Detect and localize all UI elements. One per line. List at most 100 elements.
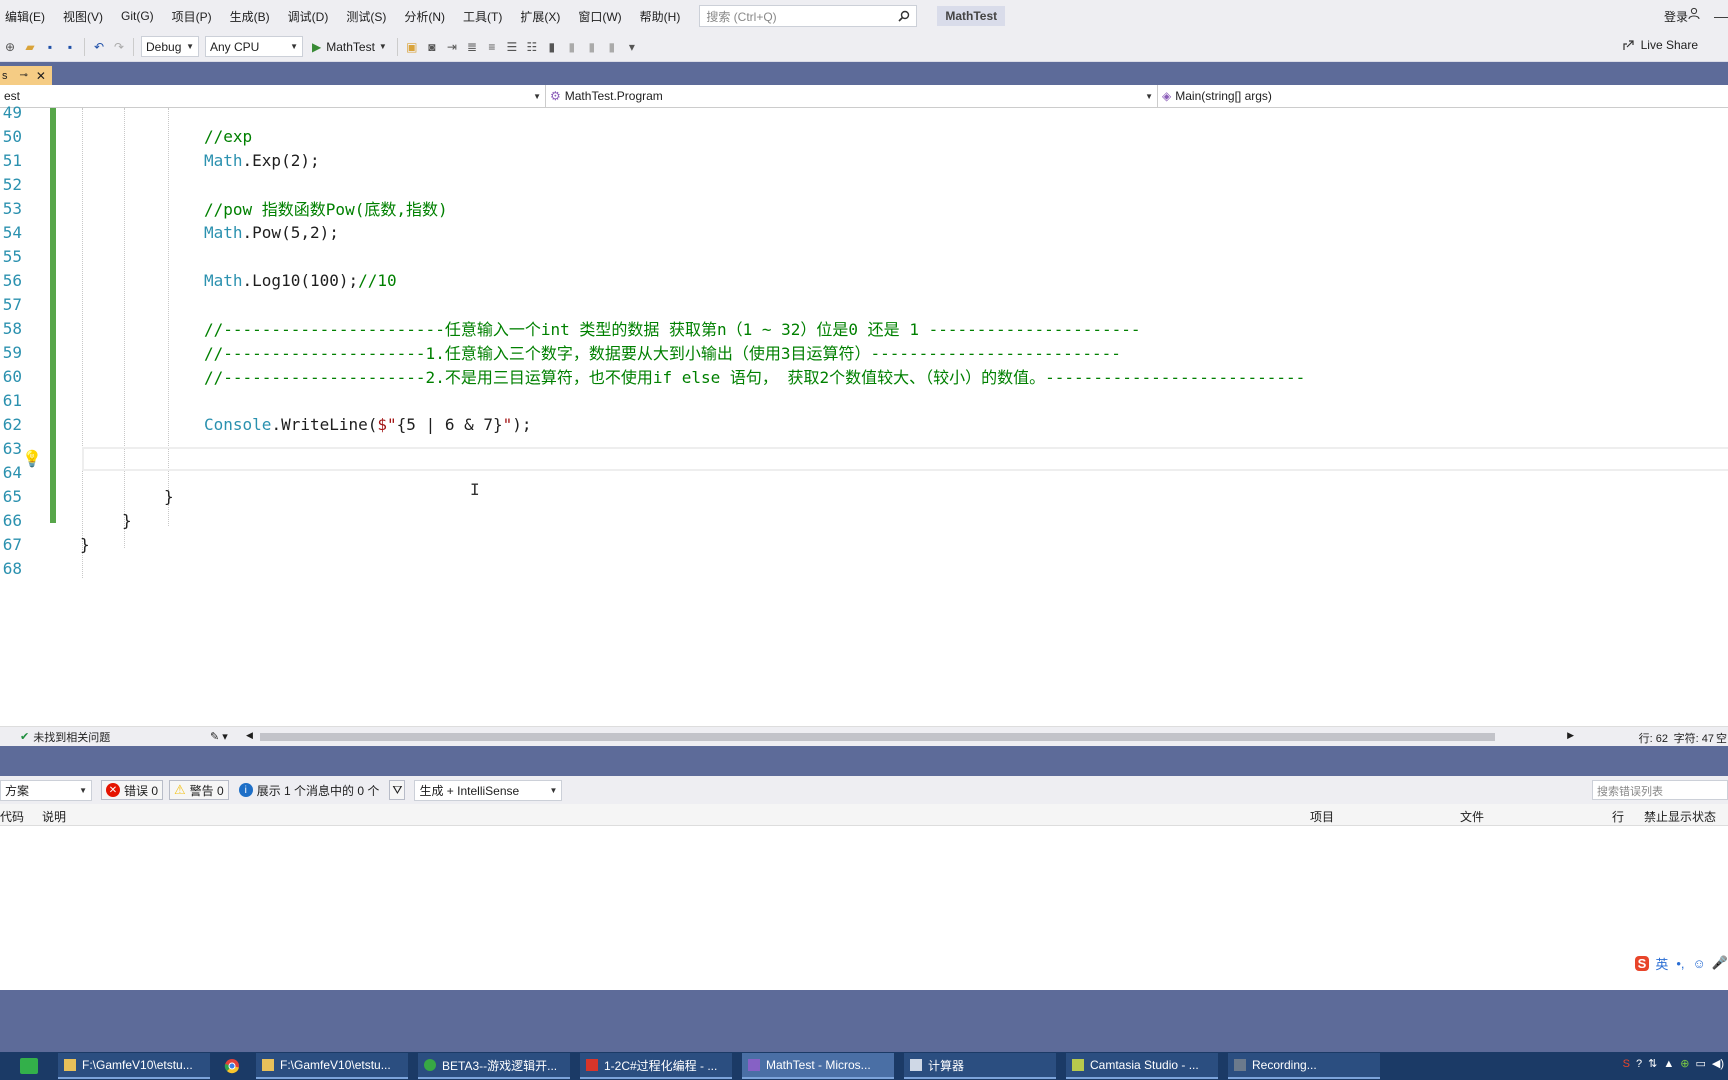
chrome-icon[interactable]: [220, 1054, 244, 1078]
open-folder-icon[interactable]: ▰: [21, 38, 39, 56]
error-list-title-bar: [0, 746, 1728, 776]
menu-build[interactable]: 生成(B): [221, 8, 279, 25]
sign-in-link[interactable]: 登录: [1664, 8, 1688, 25]
taskbar-item[interactable]: F:\GamfeV10\etstu...: [256, 1053, 408, 1079]
taskbar-item-label: 计算器: [928, 1058, 965, 1073]
code-token: Math: [204, 222, 243, 242]
errors-filter-button[interactable]: ✕ 错误 0: [101, 780, 164, 800]
display-tray-icon[interactable]: ▭: [1695, 1057, 1705, 1070]
taskbar-item[interactable]: Camtasia Studio - ...: [1066, 1053, 1218, 1079]
column-suppression[interactable]: 禁止显示状态: [1644, 808, 1716, 825]
column-project[interactable]: 项目: [1310, 808, 1334, 825]
taskbar-item[interactable]: 1-2C#过程化编程 - ...: [580, 1053, 732, 1079]
warning-icon: ⚠: [174, 782, 186, 797]
show-hidden-icon[interactable]: ▲: [1663, 1058, 1674, 1070]
horizontal-scrollbar[interactable]: ◀ ▶: [246, 730, 1574, 743]
filter-toggle-button[interactable]: ⛛: [389, 780, 406, 800]
taskbar-item-label: F:\GamfeV10\etstu...: [280, 1058, 391, 1072]
scope-dropdown[interactable]: 方案 ▼: [0, 779, 92, 801]
taskbar: F:\GamfeV10\etstu... F:\GamfeV10\etstu..…: [0, 1052, 1728, 1080]
menu-view[interactable]: 视图(V): [54, 8, 112, 25]
ime-language[interactable]: 英: [1655, 954, 1668, 973]
menu-git[interactable]: Git(G): [112, 9, 163, 23]
menu-tools[interactable]: 工具(T): [454, 8, 511, 25]
code-token: //10: [358, 270, 397, 290]
messages-filter-button[interactable]: i 展示 1 个消息中的 0 个: [235, 780, 384, 800]
minimize-icon[interactable]: —: [1714, 8, 1728, 24]
punctuation-icon[interactable]: •,: [1676, 956, 1684, 971]
issues-indicator[interactable]: ✔ 未找到相关问题: [20, 729, 180, 745]
taskbar-item-active[interactable]: MathTest - Micros...: [742, 1053, 894, 1079]
start-icon[interactable]: [20, 1058, 38, 1074]
column-description[interactable]: 说明: [42, 808, 66, 825]
camtasia-icon: [1072, 1059, 1084, 1071]
document-tab[interactable]: s ⊸ ✕: [0, 66, 52, 85]
help-tray-icon[interactable]: ?: [1636, 1058, 1642, 1070]
sogou-tray-icon[interactable]: S: [1623, 1058, 1630, 1070]
browse-icon[interactable]: ▣: [403, 38, 421, 56]
menu-test[interactable]: 测试(S): [337, 8, 395, 25]
user-icon[interactable]: [1688, 7, 1700, 19]
bookmark-icon[interactable]: ▮: [543, 38, 561, 56]
line-number: 64: [2, 462, 22, 482]
column-code[interactable]: 代码: [0, 808, 24, 825]
error-list-search-input[interactable]: 搜索错误列表: [1592, 780, 1728, 800]
menu-edit[interactable]: 编辑(E): [0, 8, 54, 25]
new-item-icon[interactable]: ⊕: [1, 38, 19, 56]
configuration-dropdown[interactable]: Debug ▼: [141, 36, 199, 57]
close-icon[interactable]: ✕: [36, 69, 46, 83]
menu-extensions[interactable]: 扩展(X): [511, 8, 569, 25]
taskbar-item[interactable]: Recording...: [1228, 1053, 1380, 1079]
info-icon: i: [238, 783, 253, 797]
taskbar-item-label: BETA3--游戏逻辑开...: [442, 1058, 558, 1073]
start-debugging-button[interactable]: ▶ MathTest ▼: [312, 40, 387, 54]
scroll-right-icon[interactable]: ▶: [1567, 730, 1574, 741]
lightbulb-icon[interactable]: 💡: [22, 449, 42, 468]
step-over-icon[interactable]: ⇥: [443, 38, 461, 56]
build-filter-dropdown[interactable]: 生成 + IntelliSense ▼: [414, 779, 563, 801]
volume-icon[interactable]: ◀): [1712, 1057, 1724, 1070]
taskbar-item[interactable]: F:\GamfeV10\etstu...: [58, 1053, 210, 1079]
taskbar-item[interactable]: 计算器: [904, 1053, 1056, 1079]
chevron-down-icon: ▼: [549, 785, 558, 795]
network-tray-icon[interactable]: ⇅: [1648, 1057, 1657, 1070]
taskbar-item[interactable]: BETA3--游戏逻辑开...: [418, 1053, 570, 1079]
scrollbar-thumb[interactable]: [260, 733, 1495, 741]
live-share-button[interactable]: Live Share: [1622, 38, 1698, 52]
outdent-icon[interactable]: ≡: [483, 38, 501, 56]
folder-icon: [64, 1059, 76, 1071]
toolbar-overflow-icon[interactable]: ▾: [623, 38, 641, 56]
camera-icon[interactable]: ◙: [423, 38, 441, 56]
code-line: 50 //exp: [0, 124, 1728, 148]
column-line[interactable]: 行: [1612, 808, 1624, 825]
uncomment-icon[interactable]: ☷: [523, 38, 541, 56]
menu-debug[interactable]: 调试(D): [279, 8, 338, 25]
indent-icon[interactable]: ≣: [463, 38, 481, 56]
line-number: 55: [2, 246, 22, 266]
column-file[interactable]: 文件: [1460, 808, 1484, 825]
search-input[interactable]: 搜索 (Ctrl+Q): [699, 5, 918, 27]
menu-window[interactable]: 窗口(W): [569, 8, 630, 25]
brush-icon[interactable]: ✎ ▾: [210, 730, 228, 743]
security-tray-icon[interactable]: ⊕: [1680, 1057, 1689, 1070]
menu-help[interactable]: 帮助(H): [631, 8, 690, 25]
undo-icon[interactable]: ↶: [90, 38, 108, 56]
emoji-icon[interactable]: ☺: [1693, 956, 1706, 971]
redo-icon[interactable]: ↷: [110, 38, 128, 56]
comment-icon[interactable]: ☰: [503, 38, 521, 56]
code-editor[interactable]: 49 50//exp 51 Math.Exp(2); 52 53//pow 指数函数Pow…: [0, 103, 1728, 730]
search-placeholder: 搜索 (Ctrl+Q): [706, 9, 777, 24]
mic-icon[interactable]: 🎤: [1712, 955, 1728, 971]
code-line: 58 //-----------------------任意输入一个int 类型的…: [0, 316, 1728, 340]
scroll-left-icon[interactable]: ◀: [246, 730, 253, 741]
save-all-icon[interactable]: ▪: [61, 38, 79, 56]
next-bookmark-icon[interactable]: ▮: [583, 38, 601, 56]
pin-icon[interactable]: ⊸: [20, 70, 28, 81]
platform-dropdown[interactable]: Any CPU ▼: [205, 36, 303, 57]
menu-analyze[interactable]: 分析(N): [395, 8, 454, 25]
prev-bookmark-icon[interactable]: ▮: [563, 38, 581, 56]
clear-bookmarks-icon[interactable]: ▮: [603, 38, 621, 56]
save-icon[interactable]: ▪: [41, 38, 59, 56]
menu-project[interactable]: 项目(P): [163, 8, 221, 25]
warnings-filter-button[interactable]: ⚠ 警告 0: [169, 780, 229, 800]
